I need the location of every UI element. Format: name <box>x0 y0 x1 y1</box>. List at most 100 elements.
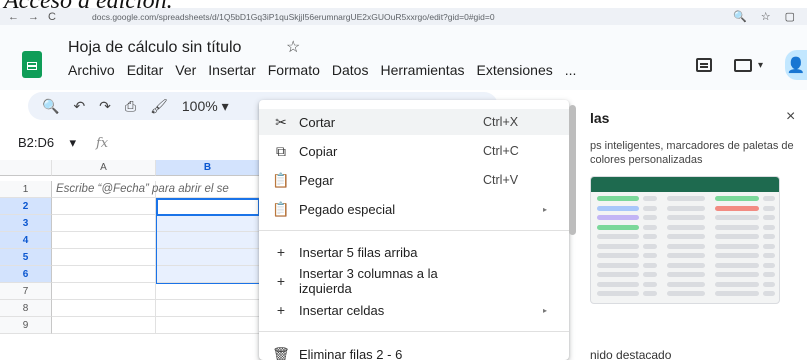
menu-herramientas[interactable]: Herramientas <box>374 62 470 78</box>
zoom-icon[interactable]: 🔍 <box>733 10 747 23</box>
spreadsheet-grid[interactable]: A B 1 Escribe “@Fecha” para abrir el se … <box>0 160 260 360</box>
menu-item-insertar-filas[interactable]: + Insertar 5 filas arriba <box>259 239 569 265</box>
table-row: 9 <box>0 317 260 334</box>
preview-pill <box>763 281 775 287</box>
active-cell[interactable] <box>156 198 260 216</box>
preview-pill <box>597 272 639 277</box>
row-header[interactable]: 5 <box>0 249 52 266</box>
cell[interactable] <box>52 215 156 232</box>
row-header[interactable]: 7 <box>0 283 52 300</box>
paint-format-icon[interactable]: 🖌 <box>150 98 168 115</box>
sheets-logo-icon[interactable] <box>22 51 42 78</box>
preview-pill <box>597 215 639 220</box>
preview-pill <box>597 205 639 211</box>
preview-pill <box>763 272 775 277</box>
cell[interactable] <box>52 300 156 317</box>
preview-row <box>591 224 779 232</box>
row-header[interactable]: 2 <box>0 198 52 215</box>
plus-icon: + <box>276 302 286 318</box>
preview-row <box>591 243 779 251</box>
preview-pill <box>597 234 639 239</box>
menu-bar: Archivo Editar Ver Insertar Formato Dato… <box>62 62 582 78</box>
preview-pill <box>667 205 705 211</box>
preview-pill <box>597 224 639 230</box>
template-preview-image[interactable] <box>590 176 780 304</box>
cell[interactable] <box>52 249 156 266</box>
table-row: 8 <box>0 300 260 317</box>
redo-icon[interactable]: ↷ <box>99 98 111 115</box>
cell[interactable] <box>52 198 156 215</box>
name-box[interactable]: B2:D6 ▾ <box>0 135 86 151</box>
cell[interactable] <box>156 317 260 334</box>
cell[interactable] <box>52 266 156 283</box>
document-title[interactable]: Hoja de cálculo sin título <box>68 39 241 57</box>
column-header-b[interactable]: B <box>156 160 260 176</box>
close-icon[interactable]: × <box>786 108 795 126</box>
menu-item-shortcut: Ctrl+X <box>483 115 519 129</box>
cell[interactable] <box>52 317 156 334</box>
menu-ver[interactable]: Ver <box>169 62 202 78</box>
menu-item-shortcut: Ctrl+C <box>483 144 519 158</box>
undo-icon[interactable]: ↶ <box>73 98 85 115</box>
menu-item-pegado-especial[interactable]: 📋 Pegado especial ▸ <box>259 196 569 222</box>
preview-row <box>591 271 779 279</box>
menu-item-insertar-columnas[interactable]: + Insertar 3 columnas a la izquierda <box>259 266 569 296</box>
menu-item-insertar-celdas[interactable]: + Insertar celdas ▸ <box>259 297 569 323</box>
preview-row <box>591 252 779 260</box>
preview-pill <box>763 243 775 249</box>
chevron-down-icon: ▾ <box>69 135 76 150</box>
menu-formato[interactable]: Formato <box>262 62 326 78</box>
menu-insertar[interactable]: Insertar <box>202 62 261 78</box>
menu-datos[interactable]: Datos <box>326 62 375 78</box>
caption-text: Acceso a edición. <box>4 0 173 14</box>
menu-item-cortar[interactable]: ✂ Cortar Ctrl+X <box>259 109 569 135</box>
menu-item-copiar[interactable]: ⧉ Copiar Ctrl+C <box>259 138 569 164</box>
menu-scrollbar[interactable] <box>569 105 576 235</box>
print-icon[interactable]: ⎙ <box>125 98 136 115</box>
cell[interactable] <box>52 232 156 249</box>
preview-pill <box>643 272 657 277</box>
meet-button[interactable]: ▾ <box>733 58 763 72</box>
preview-pill <box>643 291 657 296</box>
row-header[interactable]: 3 <box>0 215 52 232</box>
preview-pill <box>715 291 759 296</box>
menu-more[interactable]: ... <box>559 62 583 78</box>
column-header-a[interactable]: A <box>52 160 156 176</box>
window-icon[interactable]: ▢ <box>785 10 795 23</box>
row-header[interactable]: 1 <box>0 181 52 198</box>
row-header[interactable]: 6 <box>0 266 52 283</box>
formula-bar: B2:D6 ▾ fx <box>0 131 260 155</box>
menu-archivo[interactable]: Archivo <box>62 62 121 78</box>
cell[interactable] <box>156 283 260 300</box>
corner-cell[interactable] <box>0 160 52 176</box>
cell[interactable] <box>156 300 260 317</box>
preview-pill <box>643 234 657 239</box>
star-icon[interactable]: ☆ <box>286 37 300 57</box>
preview-pill <box>597 281 639 287</box>
search-menus-icon[interactable]: 🔍 <box>42 98 59 115</box>
menu-divider <box>259 230 569 231</box>
row-header[interactable]: 4 <box>0 232 52 249</box>
zoom-select[interactable]: 100% ▾ <box>182 98 229 115</box>
app-header: Hoja de cálculo sin título ☆ Archivo Edi… <box>0 25 807 90</box>
url-field[interactable]: docs.google.com/spreadsheets/d/1Q5bD1Gq3… <box>92 12 733 22</box>
row-header[interactable]: 8 <box>0 300 52 317</box>
preview-pill <box>715 196 759 201</box>
menu-extensiones[interactable]: Extensiones <box>470 62 558 78</box>
row-header[interactable]: 9 <box>0 317 52 334</box>
cell[interactable] <box>52 283 156 300</box>
share-button[interactable]: 👤 <box>785 50 807 80</box>
name-box-value: B2:D6 <box>18 135 55 150</box>
header-actions: ▾ 👤 <box>695 50 807 80</box>
submenu-arrow-icon: ▸ <box>543 204 548 214</box>
chevron-down-icon: ▾ <box>757 59 763 71</box>
menu-item-pegar[interactable]: 📋 Pegar Ctrl+V <box>259 167 569 193</box>
preview-pill <box>667 262 705 268</box>
menu-editar[interactable]: Editar <box>121 62 170 78</box>
comments-icon[interactable] <box>695 58 712 72</box>
preview-pill <box>715 205 759 211</box>
bookmark-star-icon[interactable]: ☆ <box>761 10 771 23</box>
menu-item-label: Insertar celdas <box>299 302 385 318</box>
menu-item-eliminar-filas[interactable]: 🗑 Eliminar filas 2 - 6 <box>259 341 569 360</box>
menu-item-label: Copiar <box>299 143 338 159</box>
